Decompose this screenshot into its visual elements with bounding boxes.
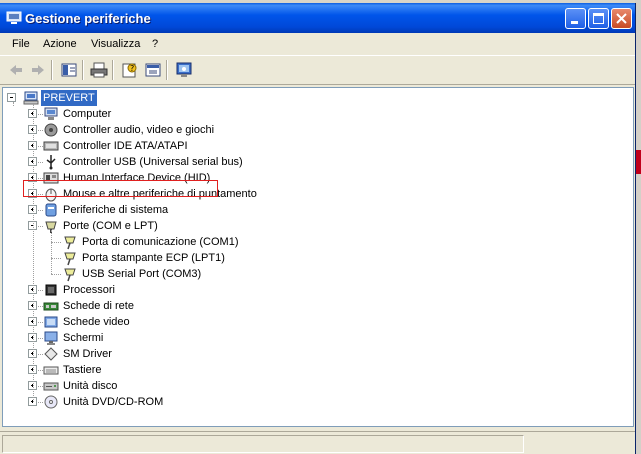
menu-azione[interactable]: Azione — [43, 38, 77, 50]
help-topics-icon[interactable] — [144, 62, 162, 78]
tree-item-label: PREVERT — [41, 90, 97, 106]
toolbar-separator — [82, 60, 84, 80]
title-bar[interactable]: Gestione periferiche — [0, 3, 635, 33]
dvd-drive-icon — [43, 394, 59, 410]
com-port-icon — [62, 266, 78, 282]
menu-help[interactable]: ? — [152, 38, 158, 50]
usb-icon — [43, 154, 59, 170]
device-manager-icon — [6, 11, 22, 25]
toolbar-separator — [166, 60, 168, 80]
tree-connector-line — [33, 104, 34, 402]
properties-icon[interactable]: ? — [121, 62, 139, 78]
tree-item[interactable]: Processori — [3, 282, 623, 298]
tree-child-item[interactable]: Porta stampante ECP (LPT1) — [3, 250, 623, 266]
back-arrow-icon[interactable] — [7, 62, 25, 78]
toolbar-separator — [51, 60, 53, 80]
tree-item-label: SM Driver — [63, 348, 112, 360]
print-icon[interactable] — [90, 62, 108, 78]
tree-item-label: Controller IDE ATA/ATAPI — [63, 140, 188, 152]
red-highlight-box — [23, 180, 218, 197]
tree-item-label: Porta stampante ECP (LPT1) — [82, 252, 225, 264]
tree-connector-line — [13, 102, 14, 106]
tree-item[interactable]: Controller USB (Universal serial bus) — [3, 154, 623, 170]
svg-text:?: ? — [130, 64, 134, 73]
tree-item-label: Schermi — [63, 332, 104, 344]
tree-item-label: Schede di rete — [63, 300, 134, 312]
tree-item[interactable]: Schermi — [3, 330, 623, 346]
tree-item-label: Controller USB (Universal serial bus) — [63, 156, 243, 168]
audio-icon — [43, 122, 59, 138]
tree-item[interactable]: Unità DVD/CD-ROM — [3, 394, 623, 410]
status-bar — [0, 431, 635, 454]
close-button[interactable] — [611, 8, 632, 29]
com-port-icon — [62, 234, 78, 250]
tree-item-label: Unità DVD/CD-ROM — [63, 396, 164, 408]
keyboard-icon — [43, 362, 59, 378]
tree-item-label: Controller audio, video e giochi — [63, 124, 215, 136]
minimize-button[interactable] — [565, 8, 586, 29]
menu-bar: File Azione Visualizza ? — [0, 33, 635, 54]
scan-hardware-icon[interactable] — [175, 62, 193, 78]
system-device-icon — [43, 202, 59, 218]
device-manager-window: Gestione periferiche File Azione Visuali… — [0, 3, 636, 454]
network-card-icon — [43, 298, 59, 314]
computer-icon — [23, 90, 39, 106]
com-port-icon — [62, 250, 78, 266]
monitor-icon — [43, 330, 59, 346]
tree-item-label: Computer — [63, 108, 112, 120]
disk-drive-icon — [43, 378, 59, 394]
tree-item[interactable]: Porte (COM e LPT) — [3, 218, 623, 234]
tree-item[interactable]: Periferiche di sistema — [3, 202, 623, 218]
tree-item[interactable]: Tastiere — [3, 362, 623, 378]
toolbar: ? — [0, 55, 635, 85]
tree-item[interactable]: Controller IDE ATA/ATAPI — [3, 138, 623, 154]
menu-file[interactable]: File — [12, 38, 30, 50]
tree-item-label: Tastiere — [63, 364, 102, 376]
tree-connector-line — [51, 230, 52, 274]
ide-controller-icon — [43, 138, 59, 154]
tree-item[interactable]: Schede video — [3, 314, 623, 330]
menu-visualizza[interactable]: Visualizza — [91, 38, 140, 50]
tree-item-label: Porte (COM e LPT) — [63, 220, 158, 232]
collapse-toggle-icon[interactable] — [7, 93, 16, 102]
window-title: Gestione periferiche — [25, 11, 151, 26]
tree-item[interactable]: Schede di rete — [3, 298, 623, 314]
tree-item-label: USB Serial Port (COM3) — [82, 268, 202, 280]
tree-root[interactable]: PREVERT — [3, 90, 623, 106]
tree-child-item[interactable]: Porta di comunicazione (COM1) — [3, 234, 623, 250]
tree-item-label: Porta di comunicazione (COM1) — [82, 236, 239, 248]
computer-icon — [43, 106, 59, 122]
toolbar-separator — [112, 60, 114, 80]
forward-arrow-icon[interactable] — [29, 62, 47, 78]
processor-icon — [43, 282, 59, 298]
tree-item[interactable]: Unità disco — [3, 378, 623, 394]
maximize-button[interactable] — [588, 8, 609, 29]
tree-item-label: Processori — [63, 284, 115, 296]
sm-driver-icon — [43, 346, 59, 362]
tree-item-label: Periferiche di sistema — [63, 204, 169, 216]
show-hide-tree-icon[interactable] — [60, 62, 78, 78]
display-adapter-icon — [43, 314, 59, 330]
tree-item[interactable]: Computer — [3, 106, 623, 122]
tree-child-item[interactable]: USB Serial Port (COM3) — [3, 266, 623, 282]
status-panel — [2, 435, 524, 453]
tree-item-label: Unità disco — [63, 380, 118, 392]
tree-item-label: Schede video — [63, 316, 130, 328]
tree-item[interactable]: SM Driver — [3, 346, 623, 362]
tree-item[interactable]: Controller audio, video e giochi — [3, 122, 623, 138]
device-tree: PREVERT Computer Controller audio, video e… — [2, 87, 634, 427]
